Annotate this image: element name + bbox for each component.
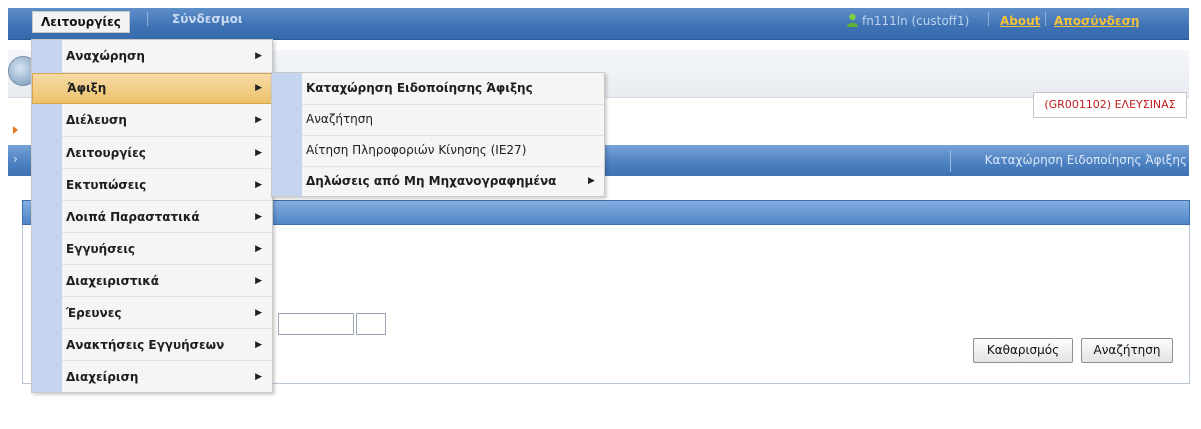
menu-item-label: Ανακτήσεις Εγγυήσεων	[66, 338, 225, 352]
submenu-arrow-icon: ▶	[255, 308, 262, 318]
customs-office-badge: (GR001102) ΕΛΕΥΣΙΝΑΣ	[1033, 92, 1187, 118]
clear-button[interactable]: Καθαρισμός	[973, 338, 1073, 363]
submenu-arrow-icon: ▶	[588, 176, 595, 186]
top-menu-links[interactable]: Σύνδεσμοι	[172, 9, 243, 29]
submenu-arrow-icon: ▶	[255, 83, 262, 93]
top-separator	[147, 12, 148, 26]
about-link[interactable]: About	[1000, 14, 1040, 28]
menu-item-label: Διαχειριστικά	[66, 274, 160, 288]
bullet-arrow-icon	[13, 126, 18, 134]
date-field-part[interactable]	[356, 313, 386, 335]
submenu-arrow-icon: ▶	[255, 180, 262, 190]
date-field-part[interactable]	[278, 313, 354, 335]
submenu-arrow-icon: ▶	[255, 115, 262, 125]
submenu-arrow-icon: ▶	[255, 148, 262, 158]
menu-item-functions[interactable]: Λειτουργίες ▶	[32, 137, 272, 169]
menu-item-prints[interactable]: Εκτυπώσεις ▶	[32, 169, 272, 201]
arrival-submenu: Καταχώρηση Ειδοποίησης Άφιξης Αναζήτηση …	[271, 72, 605, 197]
title-separator	[950, 150, 951, 172]
chevron-right-icon: ›	[13, 152, 18, 166]
menu-item-label: Εκτυπώσεις	[66, 178, 147, 192]
menu-item-guarantee-recoveries[interactable]: Ανακτήσεις Εγγυήσεων ▶	[32, 329, 272, 361]
search-button[interactable]: Αναζήτηση	[1081, 338, 1173, 363]
user-info: fn111ln (custoff1)	[862, 14, 970, 28]
menu-item-guarantees[interactable]: Εγγυήσεις ▶	[32, 233, 272, 265]
submenu-item-register-arrival-notice[interactable]: Καταχώρηση Ειδοποίησης Άφιξης	[272, 73, 604, 104]
user-icon	[847, 13, 858, 27]
submenu-arrow-icon: ▶	[255, 244, 262, 254]
submenu-arrow-icon: ▶	[255, 276, 262, 286]
top-menu-functions[interactable]: Λειτουργίες	[32, 11, 130, 33]
menu-item-label: Λοιπά Παραστατικά	[66, 210, 200, 224]
menu-item-transit[interactable]: Διέλευση ▶	[32, 104, 272, 136]
menu-item-label: Λειτουργίες	[66, 146, 146, 160]
submenu-item-non-computerised-declarations[interactable]: Δηλώσεις από Μη Μηχανογραφημένα ▶	[272, 166, 604, 197]
menu-item-label: Αίτηση Πληροφοριών Κίνησης (IE27)	[306, 143, 527, 157]
submenu-arrow-icon: ▶	[255, 372, 262, 382]
top-separator	[988, 12, 989, 26]
menu-item-administrative[interactable]: Διαχειριστικά ▶	[32, 265, 272, 297]
menu-item-label: Άφιξη	[67, 81, 107, 95]
app-window: Λειτουργίες Σύνδεσμοι fn111ln (custoff1)…	[0, 0, 1201, 429]
menu-item-other-documents[interactable]: Λοιπά Παραστατικά ▶	[32, 201, 272, 233]
logout-link[interactable]: Αποσύνδεση	[1054, 14, 1139, 28]
menu-item-label: Δηλώσεις από Μη Μηχανογραφημένα	[306, 174, 557, 188]
top-separator	[1045, 12, 1046, 26]
submenu-item-movement-info-request[interactable]: Αίτηση Πληροφοριών Κίνησης (IE27)	[272, 135, 604, 166]
menu-item-departure[interactable]: Αναχώρηση ▶	[32, 40, 272, 72]
menu-item-label: Αναζήτηση	[306, 112, 373, 126]
submenu-arrow-icon: ▶	[255, 340, 262, 350]
menu-item-label: Εγγυήσεις	[66, 242, 136, 256]
menu-item-label: Καταχώρηση Ειδοποίησης Άφιξης	[306, 81, 533, 95]
breadcrumb: Καταχώρηση Ειδοποίησης Άφιξης	[984, 153, 1187, 167]
menu-item-enquiries[interactable]: Έρευνες ▶	[32, 297, 272, 329]
menu-item-management[interactable]: Διαχείριση ▶	[32, 361, 272, 393]
submenu-arrow-icon: ▶	[255, 51, 262, 61]
menu-item-label: Διαχείριση	[66, 370, 139, 384]
menu-item-label: Αναχώρηση	[66, 49, 145, 63]
menu-item-arrival[interactable]: Άφιξη ▶	[32, 73, 272, 104]
menu-item-label: Έρευνες	[66, 306, 122, 320]
menu-item-label: Διέλευση	[66, 113, 127, 127]
submenu-arrow-icon: ▶	[255, 212, 262, 222]
submenu-item-search[interactable]: Αναζήτηση	[272, 104, 604, 135]
